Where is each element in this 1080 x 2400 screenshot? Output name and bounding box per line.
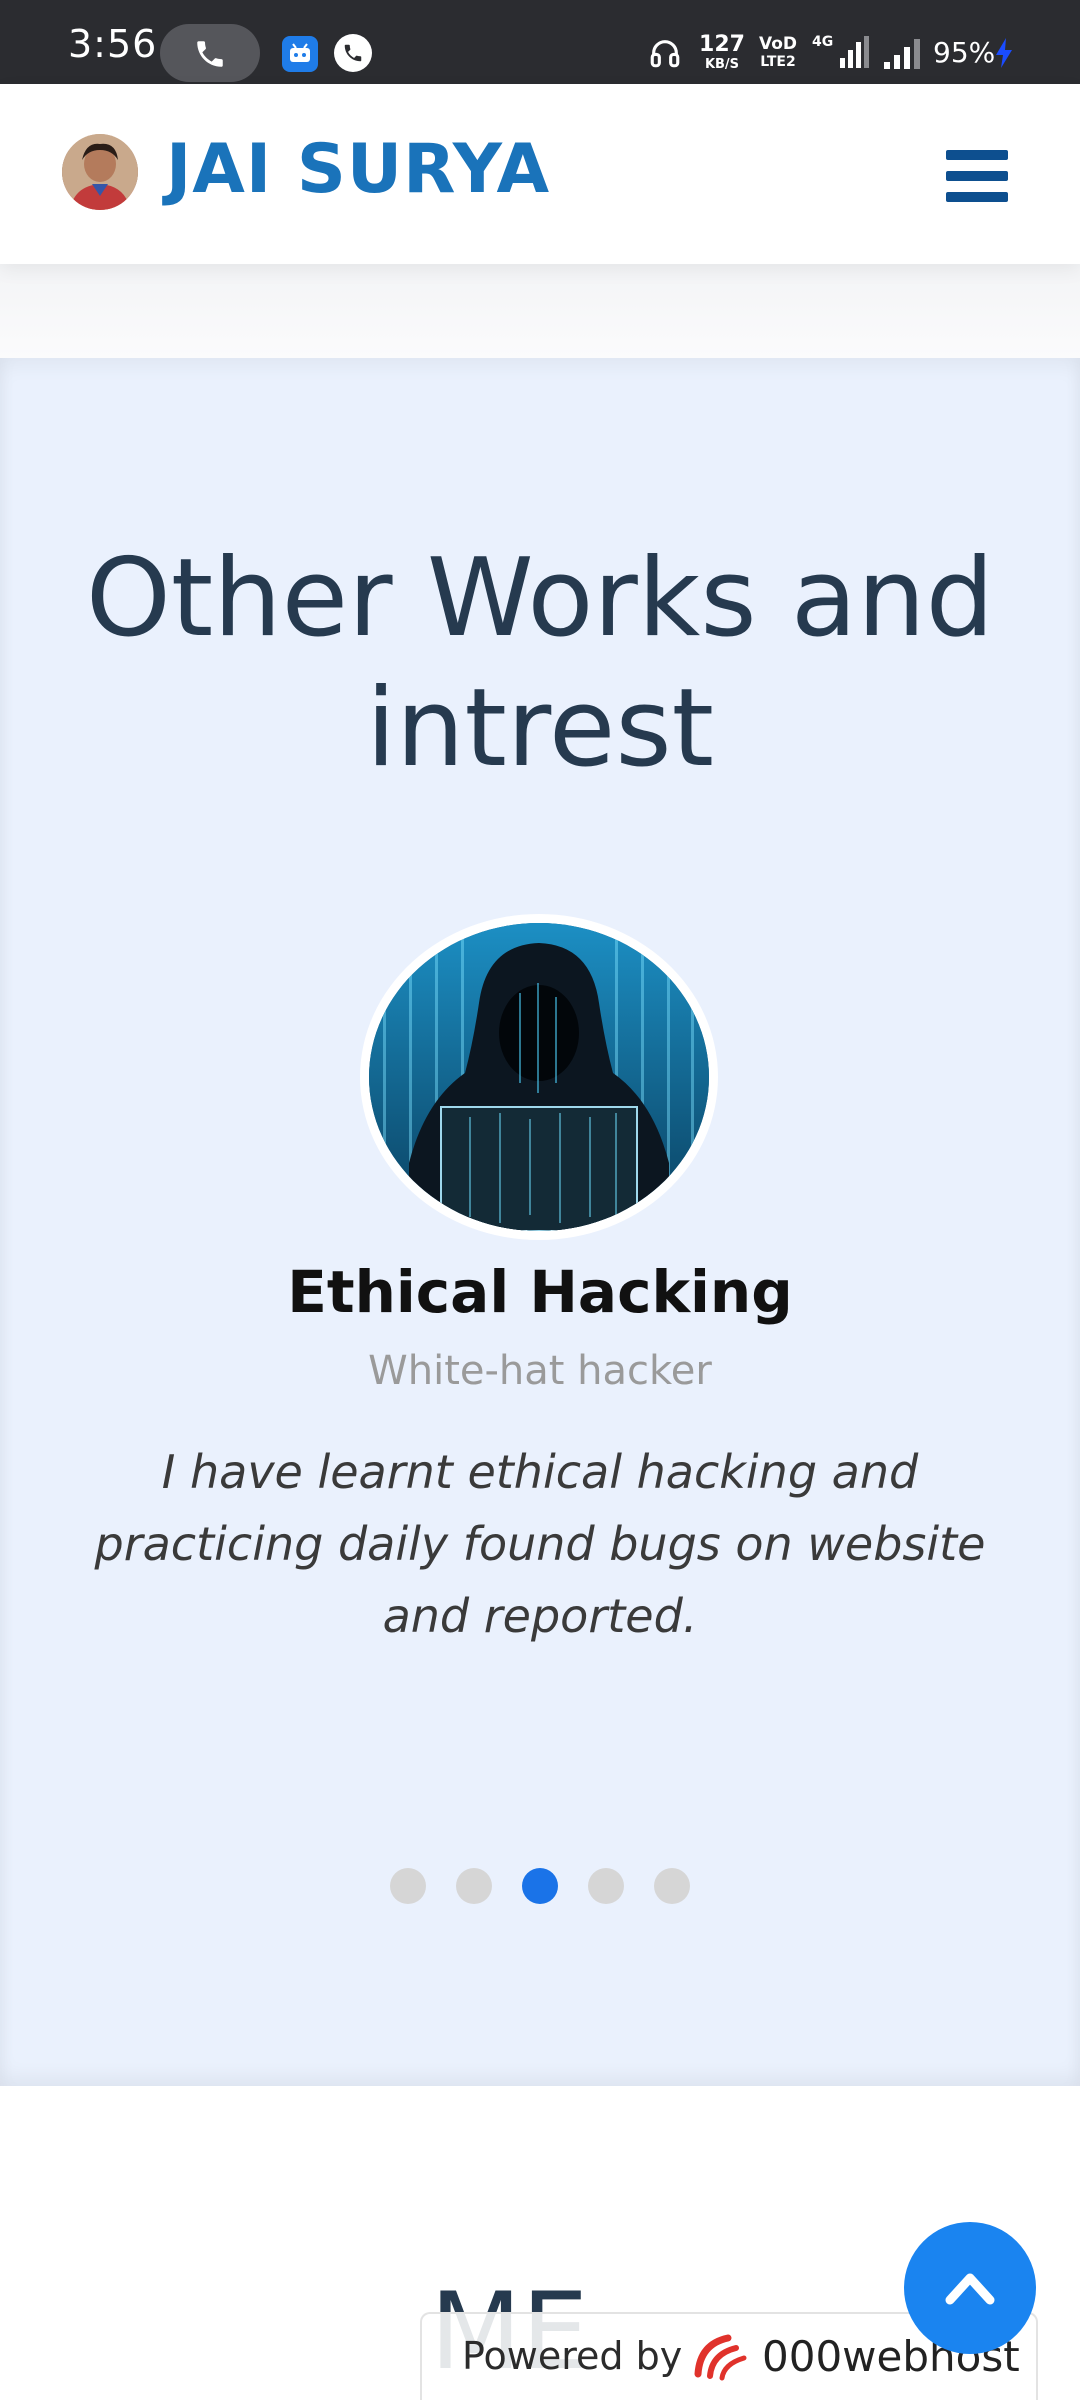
brand-name[interactable]: JAI SURYA bbox=[166, 130, 550, 209]
carousel-dots bbox=[390, 1868, 690, 1904]
phone-icon bbox=[197, 41, 223, 67]
network-speed-value: 127 bbox=[699, 32, 745, 57]
section-divider bbox=[0, 264, 1080, 358]
battery-level: 95% bbox=[933, 36, 996, 69]
work-item-title: Ethical Hacking bbox=[287, 1258, 793, 1326]
signal-icon bbox=[840, 36, 869, 68]
scroll-to-top-button[interactable] bbox=[904, 2222, 1036, 2354]
webhost-logo-icon bbox=[694, 2334, 747, 2381]
volte-bottom-label: LTE2 bbox=[760, 54, 796, 70]
carousel-dot[interactable] bbox=[390, 1868, 426, 1904]
section-title: Other Works and intrest bbox=[85, 536, 995, 791]
whatsapp-icon bbox=[334, 34, 372, 72]
ongoing-call-pill[interactable] bbox=[160, 24, 260, 82]
avatar[interactable] bbox=[62, 134, 138, 210]
headset-icon bbox=[650, 40, 680, 68]
app-notification-icon bbox=[282, 36, 318, 72]
carousel-dot[interactable] bbox=[456, 1868, 492, 1904]
site-header: JAI SURYA bbox=[0, 84, 1080, 264]
carousel-dot-active[interactable] bbox=[522, 1868, 558, 1904]
chevron-up-icon bbox=[945, 2273, 995, 2305]
hamburger-menu-icon[interactable] bbox=[946, 150, 1008, 202]
volte-top-label: VoD bbox=[758, 34, 798, 54]
other-works-section: Other Works and intrest Ethical Hacking … bbox=[0, 358, 1080, 2086]
hacker-image bbox=[360, 914, 718, 1240]
network-speed: 127 KB/S bbox=[697, 32, 747, 72]
volte-indicator: VoD LTE2 bbox=[758, 34, 798, 70]
charging-icon bbox=[996, 38, 1012, 68]
work-item-description: I have learnt ethical hacking and practi… bbox=[94, 1445, 986, 1643]
signal-icon bbox=[884, 39, 920, 69]
work-item-subtitle: White-hat hacker bbox=[368, 1348, 712, 1394]
network-speed-unit: KB/S bbox=[704, 57, 740, 72]
carousel-dot[interactable] bbox=[588, 1868, 624, 1904]
status-time: 3:56 bbox=[68, 22, 158, 66]
powered-by-label: Powered by bbox=[462, 2334, 683, 2378]
carousel-dot[interactable] bbox=[654, 1868, 690, 1904]
status-bar: 3:56 127 KB/S VoD LTE2 4G 95% bbox=[0, 0, 1080, 84]
